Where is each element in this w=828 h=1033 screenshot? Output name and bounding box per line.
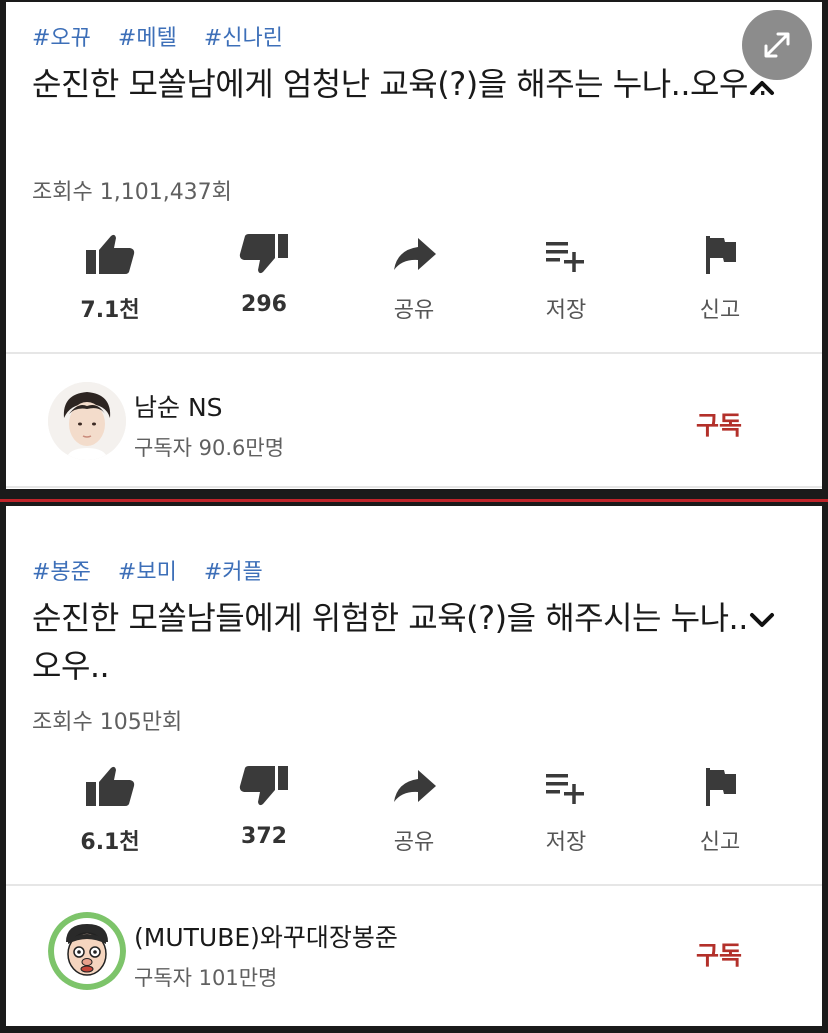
share-button[interactable]: 공유 — [354, 232, 474, 324]
channel-avatar[interactable] — [48, 382, 126, 460]
dislike-count: 372 — [241, 824, 287, 849]
like-count: 6.1천 — [80, 830, 140, 855]
thumb-up-icon — [86, 234, 135, 274]
hashtag-link[interactable]: #신나린 — [204, 26, 283, 51]
channel-name[interactable]: 남순 NS — [134, 388, 223, 424]
chevron-down-icon[interactable] — [748, 606, 776, 634]
view-count: 조회수 105만회 — [32, 710, 183, 735]
divider — [6, 486, 822, 488]
hashtag-list: #오뀨 #메텔 #신나린 — [32, 20, 303, 52]
thumb-down-icon — [239, 766, 288, 806]
dislike-button[interactable]: 372 — [204, 764, 324, 849]
dislike-button[interactable]: 296 — [204, 232, 324, 317]
report-button[interactable]: 신고 — [660, 764, 780, 856]
report-button[interactable]: 신고 — [660, 232, 780, 324]
save-label: 저장 — [545, 830, 587, 855]
video-info-panel-1: #오뀨 #메텔 #신나린 순진한 모쏠남에게 엄청난 교육(?)을 해주는 누나… — [6, 2, 822, 489]
subscribe-button[interactable]: 구독 — [696, 936, 742, 972]
hashtag-link[interactable]: #보미 — [118, 560, 177, 585]
flag-icon — [706, 236, 736, 274]
hashtag-link[interactable]: #오뀨 — [32, 26, 91, 51]
subscriber-count: 구독자 101만명 — [134, 966, 278, 990]
save-button[interactable]: 저장 — [506, 232, 626, 324]
share-label: 공유 — [393, 298, 435, 323]
share-icon — [394, 238, 436, 270]
view-count: 조회수 1,101,437회 — [32, 180, 232, 205]
report-label: 신고 — [699, 830, 741, 855]
share-button[interactable]: 공유 — [354, 764, 474, 856]
channel-avatar[interactable] — [48, 912, 126, 990]
hashtag-link[interactable]: #봉준 — [32, 560, 91, 585]
thumb-down-icon — [239, 234, 288, 274]
comparison-divider — [0, 499, 828, 502]
expand-image-button[interactable] — [742, 10, 812, 80]
save-label: 저장 — [545, 298, 587, 323]
hashtag-list: #봉준 #보미 #커플 — [32, 554, 283, 586]
playlist-add-icon — [546, 774, 584, 804]
divider — [6, 352, 822, 354]
like-button[interactable]: 6.1천 — [50, 764, 170, 856]
flag-icon — [706, 768, 736, 806]
report-label: 신고 — [699, 298, 741, 323]
video-title[interactable]: 순진한 모쏠남들에게 위험한 교육(?)을 해주시는 누나.. 오우.. — [32, 594, 772, 690]
video-title[interactable]: 순진한 모쏠남에게 엄청난 교육(?)을 해주는 누나..오우.. — [32, 60, 772, 108]
thumb-up-icon — [86, 766, 135, 806]
hashtag-link[interactable]: #커플 — [204, 560, 263, 585]
like-button[interactable]: 7.1천 — [50, 232, 170, 324]
divider — [6, 884, 822, 886]
like-count: 7.1천 — [80, 298, 140, 323]
share-icon — [394, 770, 436, 802]
subscriber-count: 구독자 90.6만명 — [134, 436, 285, 460]
subscribe-button[interactable]: 구독 — [696, 406, 742, 442]
avatar-portrait-icon — [48, 382, 126, 460]
hashtag-link[interactable]: #메텔 — [118, 26, 177, 51]
dislike-count: 296 — [241, 292, 287, 317]
avatar-cartoon-icon — [48, 912, 126, 990]
action-bar: 6.1천 372 공유 저장 신고 — [6, 764, 822, 874]
save-button[interactable]: 저장 — [506, 764, 626, 856]
channel-name[interactable]: (MUTUBE)와꾸대장봉준 — [134, 918, 398, 954]
share-label: 공유 — [393, 830, 435, 855]
action-bar: 7.1천 296 공유 저장 신고 — [6, 232, 822, 342]
playlist-add-icon — [546, 242, 584, 272]
expand-icon — [764, 32, 790, 58]
video-info-panel-2: #봉준 #보미 #커플 순진한 모쏠남들에게 위험한 교육(?)을 해주시는 누… — [6, 506, 822, 1026]
